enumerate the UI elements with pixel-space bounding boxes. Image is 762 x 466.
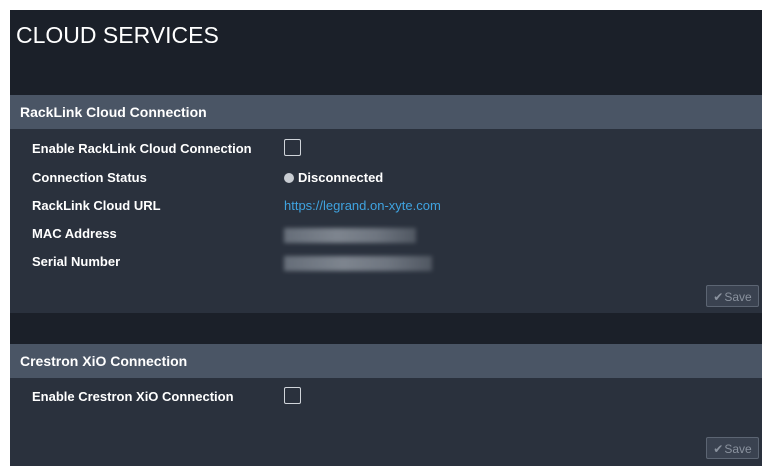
check-icon: ✔ xyxy=(713,442,724,456)
crestron-enable-label: Enable Crestron XiO Connection xyxy=(32,389,234,404)
racklink-save-button[interactable]: ✔Save xyxy=(706,285,759,307)
cloud-services-page: CLOUD SERVICES RackLink Cloud Connection… xyxy=(10,10,762,466)
connection-status-label: Connection Status xyxy=(32,170,147,185)
crestron-enable-checkbox[interactable] xyxy=(284,387,301,404)
check-icon: ✔ xyxy=(713,290,724,304)
racklink-url-label: RackLink Cloud URL xyxy=(32,198,161,213)
serial-number-label: Serial Number xyxy=(32,254,121,269)
page-title: CLOUD SERVICES xyxy=(16,22,219,48)
mac-address-label: MAC Address xyxy=(32,226,117,241)
racklink-panel: RackLink Cloud Connection Enable RackLin… xyxy=(10,95,762,313)
status-dot-icon xyxy=(284,173,294,183)
connection-status-text: Disconnected xyxy=(298,170,384,185)
serial-number-redacted xyxy=(284,256,432,271)
racklink-enable-checkbox[interactable] xyxy=(284,139,301,156)
connection-status-value: Disconnected xyxy=(284,170,383,185)
crestron-panel-header: Crestron XiO Connection xyxy=(10,344,762,378)
crestron-panel: Crestron XiO Connection Enable Crestron … xyxy=(10,344,762,466)
mac-address-redacted xyxy=(284,228,416,243)
racklink-enable-label: Enable RackLink Cloud Connection xyxy=(32,141,252,156)
crestron-save-button[interactable]: ✔Save xyxy=(706,437,759,459)
racklink-panel-header: RackLink Cloud Connection xyxy=(10,95,762,129)
racklink-url-link[interactable]: https://legrand.on-xyte.com xyxy=(284,198,441,213)
